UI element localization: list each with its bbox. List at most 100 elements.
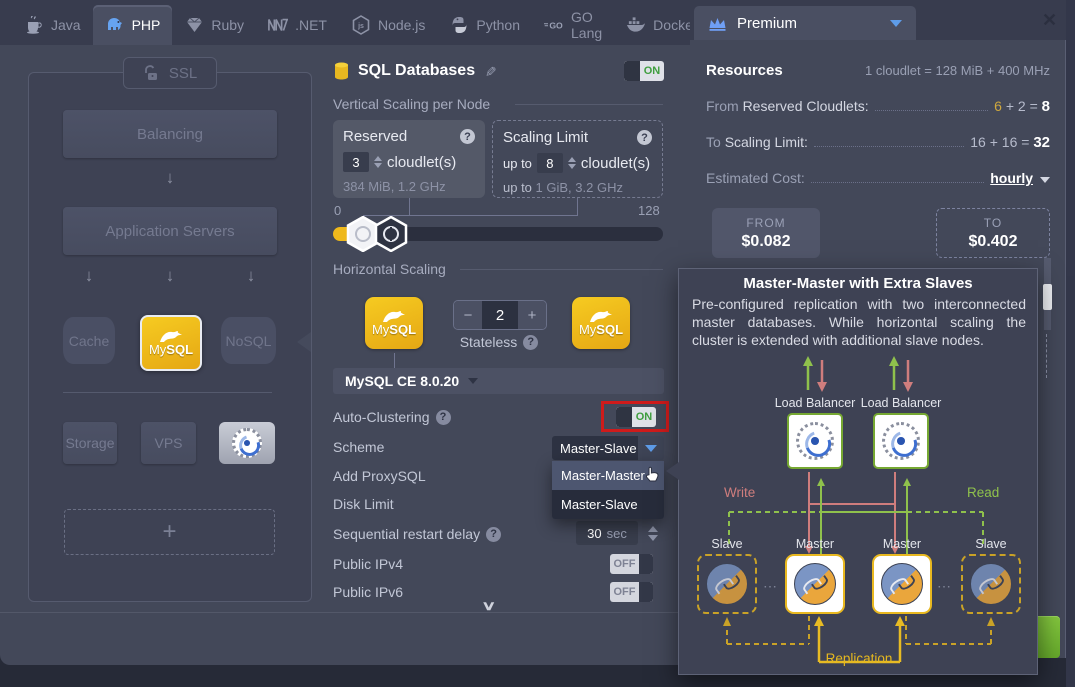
- tab-php[interactable]: PHP: [93, 5, 173, 45]
- option-master-slave[interactable]: Master-Slave: [552, 490, 664, 519]
- scheme-dropdown[interactable]: Master-Slave: [552, 436, 664, 460]
- language-tab-bar: Java PHP Ruby .NET: [0, 0, 690, 46]
- tab-ruby[interactable]: Ruby: [172, 5, 256, 45]
- group-power-toggle[interactable]: ON: [624, 61, 664, 81]
- master-db-node-1: [785, 554, 845, 614]
- restart-delay-input[interactable]: 30 sec: [576, 521, 638, 545]
- mysql-dolphin-icon: [706, 563, 748, 605]
- storage-block[interactable]: Storage: [63, 422, 117, 464]
- help-icon[interactable]: ?: [637, 130, 652, 145]
- cache-block[interactable]: Cache: [63, 317, 115, 364]
- mysql-dolphin-icon: [970, 563, 1012, 605]
- to-limit-label: Scaling Limit:: [725, 134, 808, 150]
- docker-engine-block[interactable]: [219, 422, 275, 464]
- flow-arrow-icon: ↓: [81, 266, 97, 286]
- horizontal-scaling-label: Horizontal Scaling: [333, 261, 446, 277]
- vps-block[interactable]: VPS: [141, 422, 196, 464]
- chevron-down-icon[interactable]: [1040, 177, 1050, 183]
- dotted-leader: [814, 146, 964, 147]
- python-icon: [449, 15, 469, 35]
- auto-clustering-row-label: Auto-Clustering ?: [333, 409, 451, 425]
- dropdown-arrow-button[interactable]: [638, 436, 664, 460]
- nodejs-hexagon-icon: js: [351, 15, 371, 35]
- close-icon[interactable]: ✕: [1042, 10, 1057, 31]
- balancing-block[interactable]: Balancing: [63, 110, 277, 158]
- reserved-calc: + 2 =: [1006, 98, 1038, 114]
- svg-text:GO: GO: [549, 20, 563, 30]
- master-2-label: Master: [862, 537, 942, 551]
- help-icon[interactable]: ?: [460, 129, 475, 144]
- toggle-knob: [639, 582, 653, 602]
- public-ipv4-toggle[interactable]: OFF: [610, 554, 653, 574]
- flow-arrow-icon: ↓: [243, 266, 259, 286]
- unit-label: cloudlet(s): [581, 155, 650, 172]
- tab-nodejs[interactable]: js Node.js: [339, 5, 437, 45]
- chevron-down-icon: [468, 378, 478, 384]
- add-block-button[interactable]: +: [64, 509, 275, 555]
- connector-line: [577, 198, 578, 216]
- to-prefix: To: [706, 134, 721, 150]
- scaling-limit-label: Scaling Limit: [503, 129, 588, 146]
- plus-icon: +: [162, 518, 176, 546]
- slave-db-node-2: [961, 554, 1021, 614]
- increase-button[interactable]: +: [518, 301, 546, 329]
- tab-label: GO Lang: [571, 9, 602, 41]
- nosql-block[interactable]: NoSQL: [221, 317, 276, 364]
- mysql-block-selected[interactable]: MySQL: [140, 315, 202, 371]
- settings-header: SQL Databases ✎: [334, 62, 496, 80]
- mysql-node-2[interactable]: MySQL: [572, 297, 630, 349]
- estimated-cost-row: Estimated Cost: hourly: [706, 170, 1050, 186]
- version-selector[interactable]: MySQL CE 8.0.20: [333, 368, 664, 394]
- tab-java[interactable]: Java: [12, 5, 93, 45]
- tab-python[interactable]: Python: [437, 5, 532, 45]
- help-icon[interactable]: ?: [486, 527, 501, 542]
- crown-icon: [708, 16, 727, 31]
- ssl-toggle-tab[interactable]: SSL: [123, 57, 217, 89]
- public-ipv6-toggle[interactable]: OFF: [610, 582, 653, 602]
- section-line: [460, 269, 663, 270]
- to-limit-row: To Scaling Limit: 16 + 16 = 32: [706, 134, 1050, 151]
- replication-label: Replication: [809, 651, 909, 666]
- reserved-cloudlets-box: Reserved ? 3 cloudlet(s) 384 MiB, 1.2 GH…: [333, 120, 485, 198]
- price-to-box: TO $0.402: [936, 208, 1050, 258]
- toggle-knob: [624, 61, 640, 81]
- cache-label: Cache: [69, 333, 109, 349]
- delay-stepper[interactable]: [641, 521, 664, 545]
- toggle-state: OFF: [610, 558, 639, 570]
- tooltip-title: Master-Master with Extra Slaves: [679, 275, 1037, 292]
- help-icon[interactable]: ?: [523, 335, 538, 350]
- scheme-label: Scheme: [333, 439, 384, 455]
- mysql-logo: MySQL: [372, 310, 416, 336]
- php-elephant-icon: [105, 15, 125, 35]
- scroll-down-chevron-icon[interactable]: ∨: [481, 598, 496, 614]
- cloudlet-slider-handles[interactable]: [343, 216, 413, 252]
- stepper-icon[interactable]: [568, 157, 576, 169]
- load-balancer-2-label: Load Balancer: [851, 396, 951, 410]
- scheme-value: Master-Slave: [552, 436, 638, 460]
- annotation-highlight-box: [601, 401, 669, 432]
- mysql-node-1[interactable]: MySQL: [365, 297, 423, 349]
- decrease-button[interactable]: −: [454, 301, 482, 329]
- app-servers-block[interactable]: Application Servers: [63, 207, 277, 255]
- to-price: $0.402: [969, 233, 1018, 251]
- slider-min-label: 0: [334, 203, 341, 218]
- scrollbar-thumb[interactable]: [1043, 284, 1052, 310]
- cost-period-selector[interactable]: hourly: [990, 170, 1033, 186]
- edit-pencil-icon[interactable]: ✎: [481, 65, 498, 77]
- dashed-guide-line: [1046, 334, 1047, 378]
- premium-tab[interactable]: Premium: [694, 6, 916, 40]
- tab-dotnet[interactable]: .NET: [256, 5, 339, 45]
- help-icon[interactable]: ?: [436, 410, 451, 425]
- limit-cloudlets-input[interactable]: 8: [537, 153, 563, 173]
- up-to-label: up to: [503, 180, 532, 195]
- stepper-icon[interactable]: [374, 156, 382, 168]
- dotted-leader: [811, 182, 984, 183]
- reserved-cloudlets-input[interactable]: 3: [343, 152, 369, 172]
- dotnet-icon: [268, 15, 288, 35]
- limit-details: 1 GiB, 3.2 GHz: [536, 180, 623, 195]
- tab-golang[interactable]: GO GO Lang: [532, 5, 614, 45]
- docker-whale-icon: [626, 15, 646, 35]
- ellipsis-dots: ⋯: [763, 578, 779, 595]
- limit-total: 32: [1033, 134, 1050, 151]
- cloudlet-definition: 1 cloudlet = 128 MiB + 400 MHz: [865, 63, 1050, 78]
